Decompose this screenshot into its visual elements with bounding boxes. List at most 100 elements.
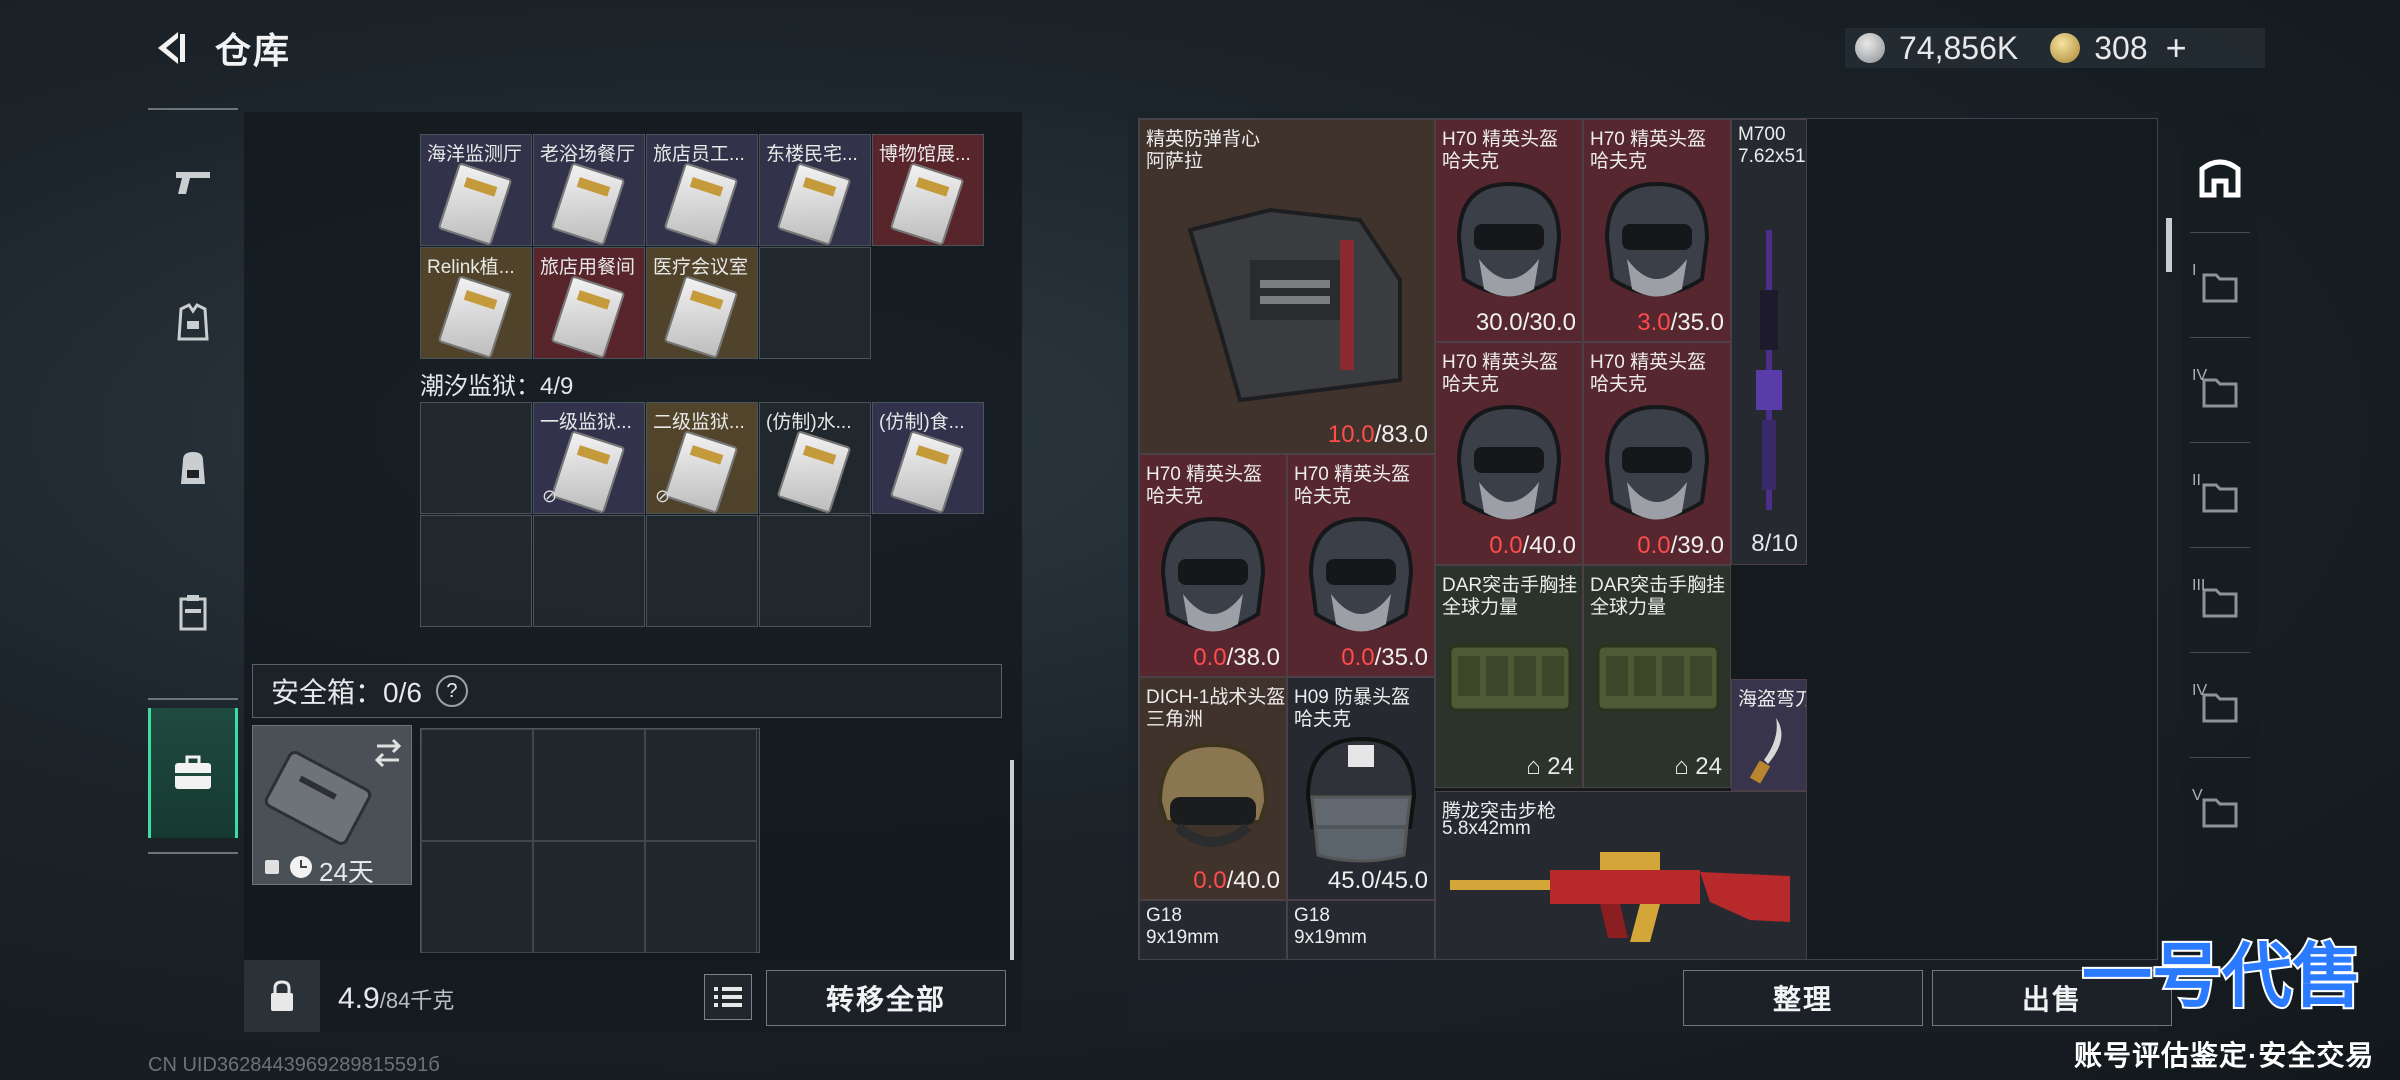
add-currency-button[interactable]: +: [2166, 27, 2187, 69]
stash-house-icon: [2199, 159, 2241, 198]
keycard-slot[interactable]: 一级监狱... ⊘: [533, 402, 645, 514]
stash-scrollbar[interactable]: [2166, 218, 2172, 272]
stash-item[interactable]: H70 精英头盔 哈夫克 0.0/38.0: [1139, 454, 1287, 677]
stash-item[interactable]: DAR突击手胸挂 全球力量 ⌂ 24: [1435, 565, 1583, 788]
chest-rig-icon: [1596, 644, 1720, 712]
gold-amount: 308: [2094, 29, 2148, 66]
folder-icon: [2202, 588, 2238, 618]
gold-coin-icon: [2050, 33, 2081, 63]
nav-weapons[interactable]: [148, 118, 238, 248]
safebox-item[interactable]: 24天: [252, 725, 412, 887]
nav-container[interactable]: [148, 548, 238, 678]
folder-icon: [2202, 483, 2238, 513]
stash-item[interactable]: H70 精英头盔 哈夫克 0.0/40.0: [1435, 342, 1583, 565]
silver-coin-icon: [1855, 33, 1885, 63]
stash-item[interactable]: H09 防暴头盔 哈夫克 45.0/45.0: [1287, 677, 1435, 900]
helmet-icon: [1456, 405, 1562, 520]
keycard-slot[interactable]: 博物馆展...: [872, 134, 984, 246]
stash-item[interactable]: G18 9x19mm: [1287, 900, 1435, 959]
stash-tab-4[interactable]: IV: [2182, 347, 2258, 437]
empty-slot[interactable]: [533, 515, 645, 627]
armor-vest-icon: [177, 303, 209, 341]
no-transfer-icon: ⊘: [542, 486, 558, 506]
stash-item[interactable]: H70 精英头盔 哈夫克 3.0/35.0: [1583, 119, 1731, 342]
helmet-icon: [1308, 517, 1414, 632]
folder-icon: [2202, 273, 2238, 303]
stash-item[interactable]: DICH-1战术头盔 三角洲 0.0/40.0: [1139, 677, 1287, 900]
stash-tab-2[interactable]: II: [2182, 452, 2258, 542]
stash-tab-main[interactable]: [2182, 132, 2258, 222]
lock-button[interactable]: [244, 960, 320, 1032]
left-scrollbar[interactable]: [1010, 760, 1014, 960]
assault-rifle-icon: [1450, 852, 1790, 942]
silver-amount: 74,856K: [1899, 29, 2019, 66]
left-category-nav: [148, 108, 238, 860]
stash-item[interactable]: H70 精英头盔 哈夫克 30.0/30.0: [1435, 119, 1583, 342]
keycard-slot[interactable]: 旅店员工...: [646, 134, 758, 246]
stash-item[interactable]: G18 9x19mm: [1139, 900, 1287, 959]
helmet-icon: [1604, 182, 1710, 297]
keycard-slot[interactable]: 海洋监测厅: [420, 134, 532, 246]
stash-item[interactable]: DAR突击手胸挂 全球力量 ⌂ 24: [1583, 565, 1731, 788]
list-icon: [714, 987, 742, 1007]
list-view-button[interactable]: [704, 974, 752, 1020]
sort-button[interactable]: 整理: [1683, 970, 1923, 1026]
svg-text:一号代售: 一号代售: [2082, 937, 2362, 1015]
watermark-slogan: 账号评估鉴定·安全交易: [2074, 1040, 2375, 1071]
riot-helmet-icon: [1305, 737, 1417, 863]
tactical-helmet-icon: [1157, 743, 1269, 848]
empty-slot[interactable]: [420, 515, 532, 627]
keycard-slot[interactable]: 二级监狱... ⊘: [646, 402, 758, 514]
sniper-rifle-icon: [1756, 230, 1782, 510]
empty-slot[interactable]: [759, 247, 871, 359]
keycard-slot[interactable]: (仿制)食...: [872, 402, 984, 514]
safebox-days: 24天: [319, 857, 374, 887]
lock-icon: [271, 980, 293, 1011]
helmet-icon: [1160, 517, 1266, 632]
stash-item[interactable]: M700 7.62x51... 8/10: [1731, 119, 1807, 565]
stash-item[interactable]: H70 精英头盔 哈夫克 0.0/39.0: [1583, 342, 1731, 565]
nav-safebox[interactable]: [148, 708, 238, 838]
keycard-slot[interactable]: 医疗会议室: [646, 247, 758, 359]
chest-rig-icon: [1448, 644, 1572, 712]
stash-tab-1[interactable]: I: [2182, 242, 2258, 332]
keycard-slot[interactable]: 旅店用餐间: [533, 247, 645, 359]
page-title: 仓库: [215, 30, 292, 71]
keycard-slot[interactable]: (仿制)水...: [759, 402, 871, 514]
help-icon[interactable]: ?: [435, 675, 468, 707]
body-armor-icon: [1187, 207, 1402, 403]
stash-item[interactable]: 精英防弹背心 阿萨拉 10.0/83.0: [1139, 119, 1435, 454]
pistol-icon: [176, 172, 210, 194]
nav-armor[interactable]: [148, 258, 238, 388]
empty-slot[interactable]: [759, 515, 871, 627]
stash-page-tabs: I IV II III IV V: [2182, 112, 2258, 942]
stash-item[interactable]: H70 精英头盔 哈夫克 0.0/35.0: [1287, 454, 1435, 677]
knife-icon: [1749, 718, 1782, 784]
backpack-icon: [181, 452, 205, 484]
keycard-slot[interactable]: Relink植...: [420, 247, 532, 359]
transfer-all-button[interactable]: 转移全部: [766, 970, 1006, 1026]
keycard-grid-prison: 一级监狱... ⊘ 二级监狱... ⊘ (仿制)水... (仿制)食...: [420, 402, 990, 628]
currency-bar: 74,856K 308 +: [1845, 27, 2265, 69]
nav-backpack[interactable]: [148, 403, 238, 533]
empty-slot[interactable]: [646, 515, 758, 627]
empty-slot[interactable]: [420, 402, 532, 514]
keycard-slot[interactable]: 老浴场餐厅: [533, 134, 645, 246]
stash-tab-6[interactable]: V: [2182, 767, 2258, 857]
stash-tab-5[interactable]: IV: [2182, 662, 2258, 752]
stash-item[interactable]: 腾龙突击步枪 5.8x42mm: [1435, 791, 1807, 959]
back-arrow-icon[interactable]: [150, 28, 190, 68]
no-transfer-icon: ⊘: [655, 486, 671, 506]
stash-item[interactable]: 海盗弯刀: [1731, 679, 1807, 791]
keycard-slot[interactable]: 东楼民宅...: [759, 134, 871, 246]
weight-readout: 4.9/84千克: [338, 982, 454, 1016]
weight-value: 4.9: [338, 982, 380, 1015]
helmet-icon: [1456, 182, 1562, 297]
weight-capacity: /84千克: [379, 988, 455, 1013]
container-icon: [179, 595, 207, 631]
folder-icon: [2202, 798, 2238, 828]
safebox-capacity: 安全箱：0/6: [271, 677, 422, 708]
stash-tab-3[interactable]: III: [2182, 557, 2258, 647]
keycard-grid-top: 海洋监测厅 老浴场餐厅 旅店员工... 东楼民宅... 博物馆展... Reli…: [420, 134, 990, 360]
prison-section-label: 潮汐监狱：4/9: [420, 373, 574, 400]
